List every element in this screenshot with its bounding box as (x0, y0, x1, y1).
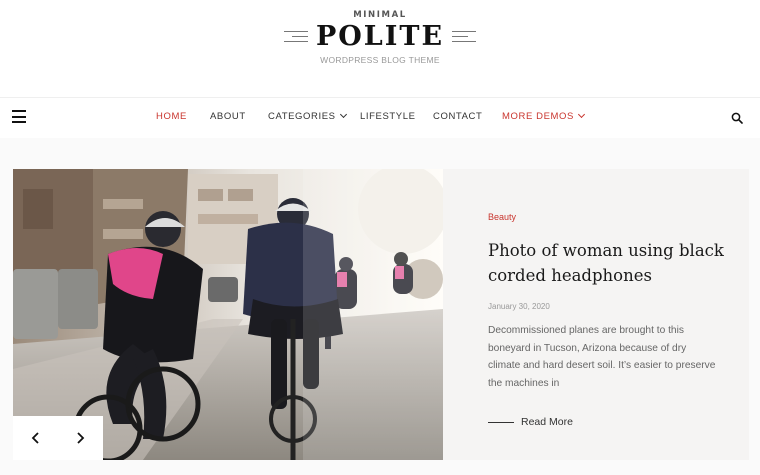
logo-top-text: MINIMAL (353, 10, 407, 20)
nav-item-lifestyle[interactable]: LIFESTYLE (360, 111, 416, 122)
post-title-link[interactable]: Photo of woman using black corded headph… (488, 238, 728, 288)
site-header: MINIMAL POLITE WORDPRESS BLOG THEME (0, 0, 760, 98)
slider-controls (13, 416, 103, 460)
site-logo[interactable]: MINIMAL POLITE WORDPRESS BLOG THEME (0, 10, 760, 65)
logo-speed-lines-left (283, 31, 308, 46)
nav-item-about[interactable]: ABOUT (210, 111, 246, 122)
chevron-right-icon[interactable] (73, 431, 87, 445)
logo-tagline: WORDPRESS BLOG THEME (320, 55, 440, 65)
nav-label: MORE DEMOS (502, 111, 574, 122)
nav-label: CONTACT (433, 111, 483, 122)
nav-item-categories[interactable]: CATEGORIES (268, 110, 347, 122)
nav-label: CATEGORIES (268, 111, 336, 122)
nav-item-home[interactable]: HOME (156, 111, 187, 122)
main-nav: HOME ABOUT CATEGORIES LIFESTYLE CONTACT … (0, 98, 760, 138)
post-date: January 30, 2020 (488, 302, 550, 311)
nav-label: LIFESTYLE (360, 111, 416, 122)
logo-speed-lines-right (452, 31, 477, 46)
nav-item-more-demos[interactable]: MORE DEMOS (502, 110, 586, 122)
read-more-line-icon (488, 421, 514, 423)
read-more-link[interactable]: Read More (488, 416, 573, 428)
post-category-link[interactable]: Beauty (488, 212, 516, 222)
chevron-left-icon[interactable] (29, 431, 43, 445)
slide-caption-card: Beauty Photo of woman using black corded… (443, 169, 749, 460)
post-excerpt: Decommissioned planes are brought to thi… (488, 325, 716, 389)
read-more-label: Read More (521, 416, 573, 428)
nav-item-contact[interactable]: CONTACT (433, 111, 482, 122)
nav-label: HOME (156, 111, 187, 122)
hamburger-icon[interactable] (12, 110, 26, 123)
main-navbar: HOME ABOUT CATEGORIES LIFESTYLE CONTACT … (0, 98, 760, 138)
chevron-down-icon (339, 110, 347, 119)
logo-name: POLITE (315, 21, 445, 52)
search-icon[interactable] (731, 112, 743, 124)
nav-label: ABOUT (210, 111, 246, 122)
logo-wordmark: POLITE (283, 21, 477, 52)
chevron-down-icon (577, 110, 586, 119)
